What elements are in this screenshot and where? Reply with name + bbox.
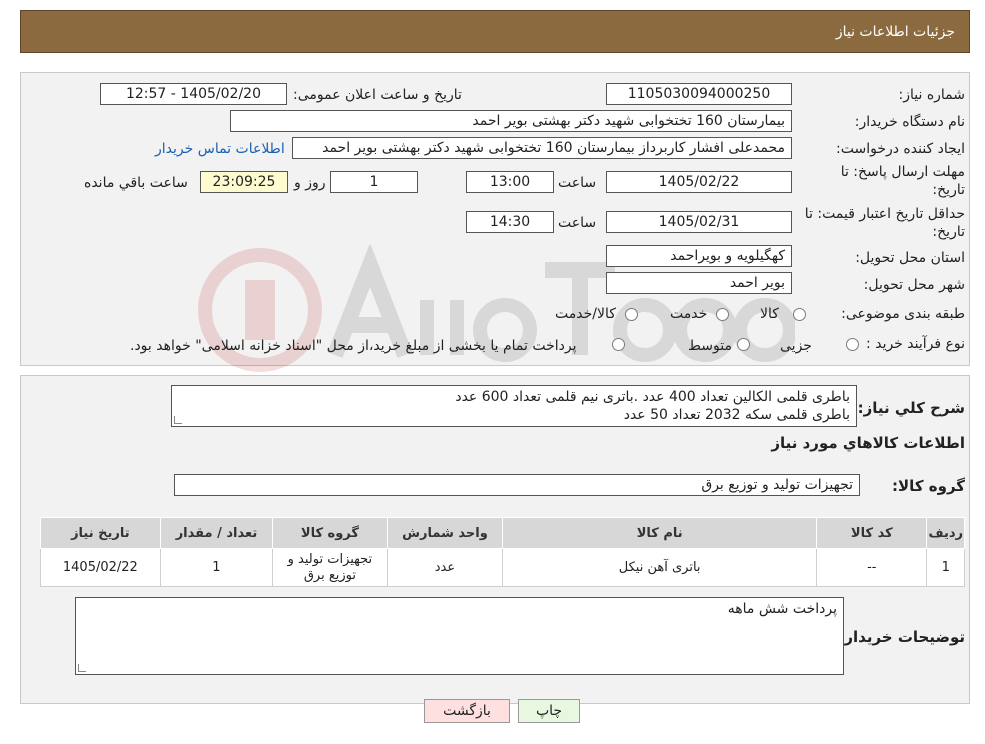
buyer-org-label: نام دستگاه خریدار: [854,114,965,130]
price-validity-label: حداقل تاریخ اعتبار قیمت: تا [804,206,965,222]
process-medium-radio[interactable] [737,338,750,351]
requester-field: محمدعلی افشار کاربرداز بیمارستان 160 تخت… [292,137,792,159]
buyer-notes-textarea[interactable]: پرداخت شش ماهه [75,597,844,675]
process-note: پرداخت تمام یا بخشی از مبلغ خرید،از محل … [130,338,577,354]
resize-grip-icon[interactable] [174,416,182,424]
cell-unit: عدد [386,548,504,587]
goods-group-field: تجهیزات تولید و توزیع برق [174,474,860,496]
reply-time-field: 13:00 [466,171,554,193]
need-number-label: شماره نیاز: [898,87,966,103]
validity-date-field: 1405/02/31 [606,211,792,233]
items-heading: اطلاعات کالاهاي مورد نياز [771,434,965,452]
validity-hour-label: ساعت [558,215,597,231]
category-label: طبقه بندی موضوعی: [841,306,965,322]
announce-date-field: 1405/02/20 - 12:57 [100,83,287,105]
category-service-label: خدمت [670,306,708,322]
buyer-contact-link[interactable]: اطلاعات تماس خریدار [155,141,285,157]
buyer-notes-text: پرداخت شش ماهه [727,601,837,617]
goods-group-label: گروه کالا: [892,477,965,495]
summary-line-1: باطری قلمی الکالین تعداد 400 عدد .باتری … [455,389,850,405]
table-row: 1 -- باتری آهن نیکل عدد تجهیزات تولید و … [40,548,965,587]
reply-deadline-label: مهلت ارسال پاسخ: تا [840,164,965,180]
col-need-date: تاریخ نیاز [40,517,161,549]
cell-item-group: تجهیزات تولید و توزیع برق [272,548,388,587]
buyer-notes-label: توضیحات خریدار: [838,628,965,646]
col-item-code: کد کالا [816,517,928,549]
items-table-header: ردیف کد کالا نام کالا واحد شمارش گروه کا… [40,517,965,549]
reply-date-field: 1405/02/22 [606,171,792,193]
back-button[interactable]: بازگشت [424,699,510,723]
col-quantity: تعداد / مقدار [159,517,274,549]
requester-label: ایجاد کننده درخواست: [836,141,965,157]
days-and-label: روز و [294,175,326,191]
col-unit: واحد شمارش [386,517,504,549]
print-button[interactable]: چاپ [518,699,580,723]
cell-need-date: 1405/02/22 [40,548,161,587]
category-goods-service-label: کالا/خدمت [555,306,616,322]
cell-item-code: -- [816,548,928,587]
cell-row-number: 1 [926,548,965,587]
col-item-name: نام کالا [502,517,818,549]
category-goods-service-radio[interactable] [625,308,638,321]
city-field: بویر احمد [606,272,792,294]
cell-quantity: 1 [159,548,274,587]
category-goods-label: کالا [760,306,779,322]
process-medium-label: متوسط [688,338,732,354]
validity-time-field: 14:30 [466,211,554,233]
category-goods-radio[interactable] [793,308,806,321]
remaining-time-label: ساعت باقي مانده [84,175,188,191]
reply-hour-label: ساعت [558,175,597,191]
province-field: کهگیلویه و بویراحمد [606,245,792,267]
items-table: ردیف کد کالا نام کالا واحد شمارش گروه کا… [40,517,965,587]
need-number-field: 1105030094000250 [606,83,792,105]
cell-item-name: باتری آهن نیکل [502,548,818,587]
col-row-number: ردیف [926,517,965,549]
process-note-checkbox[interactable] [612,338,625,351]
summary-label: شرح کلي نياز: [857,399,965,417]
price-validity-label-date: تاریخ: [932,224,965,240]
announce-date-label: تاریخ و ساعت اعلان عمومی: [293,87,462,103]
reply-deadline-label-date: تاریخ: [932,182,965,198]
province-label: استان محل تحویل: [855,250,965,266]
process-small-radio[interactable] [846,338,859,351]
remaining-days-field: 1 [330,171,418,193]
summary-textarea[interactable]: باطری قلمی الکالین تعداد 400 عدد .باتری … [171,385,857,427]
resize-grip-icon[interactable] [78,664,86,672]
process-small-label: جزیی [780,338,812,354]
col-item-group: گروه کالا [272,517,388,549]
page-title: جزئیات اطلاعات نیاز [835,24,955,40]
page-header: جزئیات اطلاعات نیاز [20,10,970,53]
buyer-org-field: بیمارستان 160 تختخوابی شهید دکتر بهشتی ب… [230,110,792,132]
summary-line-2: باطری قلمی سکه 2032 تعداد 50 عدد [623,407,850,423]
category-service-radio[interactable] [716,308,729,321]
remaining-time-field: 23:09:25 [200,171,288,193]
process-label: نوع فرآیند خرید : [866,336,965,352]
city-label: شهر محل تحویل: [863,277,965,293]
